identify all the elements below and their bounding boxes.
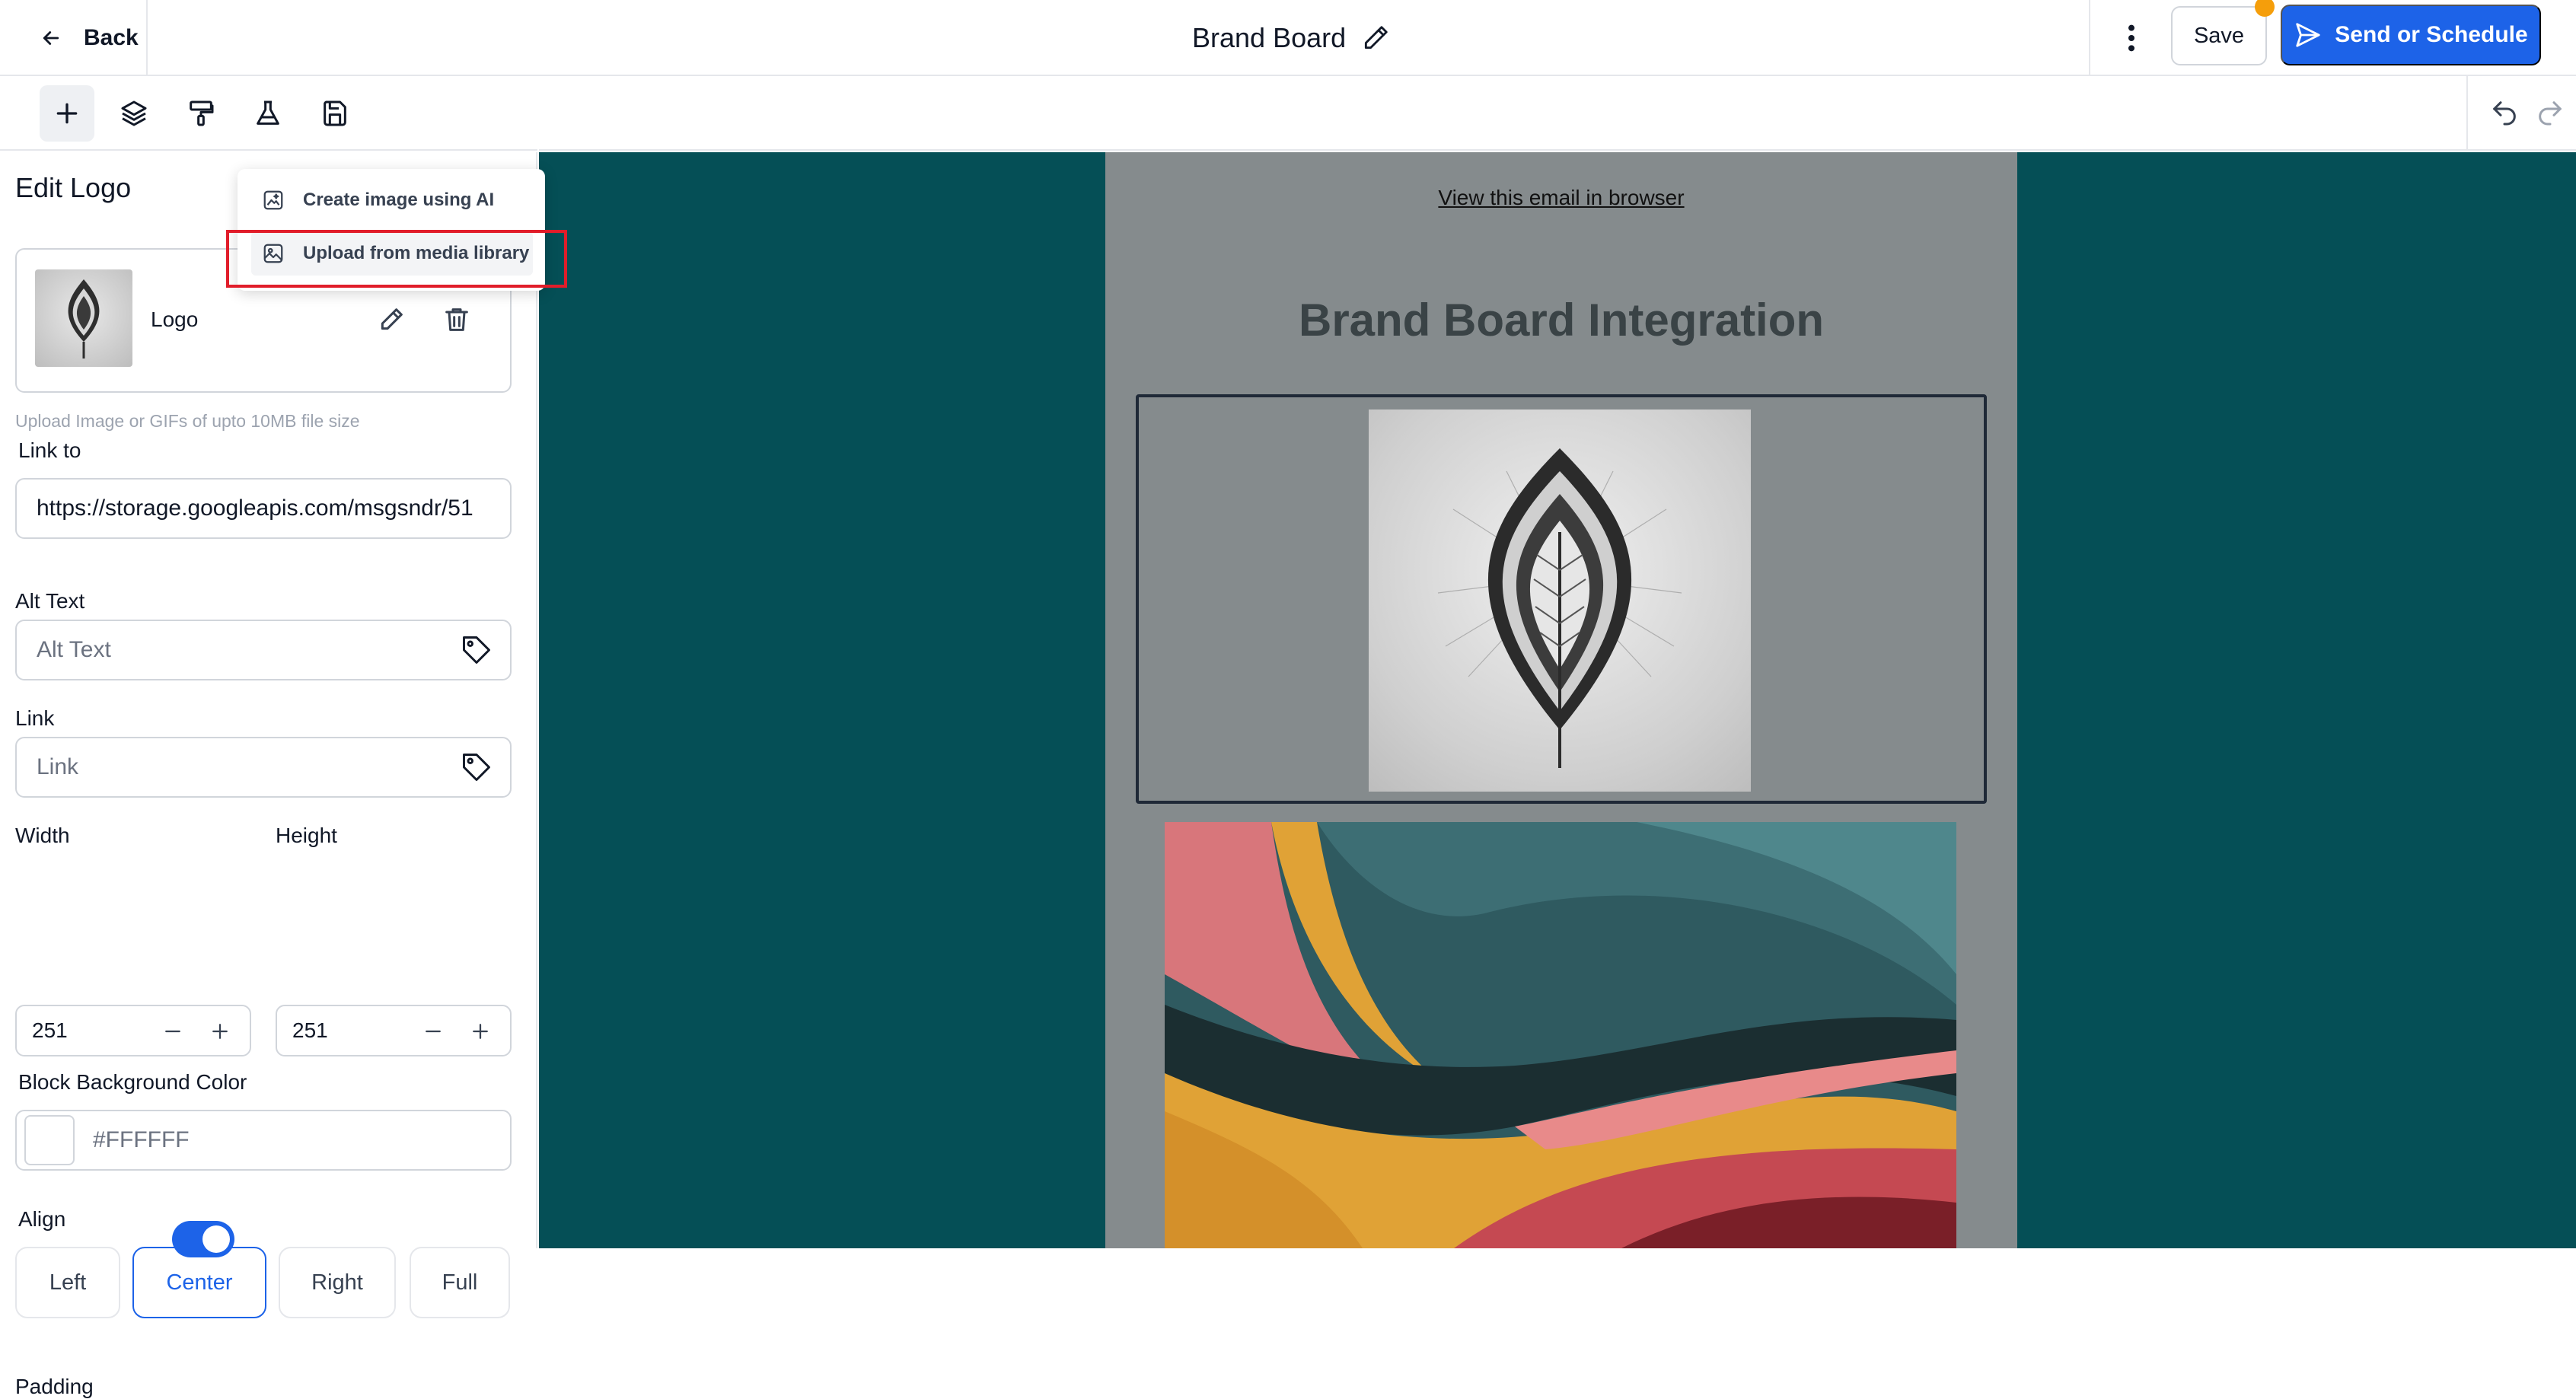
link-to-label: Link to xyxy=(18,438,81,462)
alt-text-placeholder: Alt Text xyxy=(37,637,111,662)
merge-tag-icon[interactable] xyxy=(460,750,493,784)
send-label: Send or Schedule xyxy=(2335,22,2528,47)
layers-button[interactable] xyxy=(107,85,161,142)
alt-text-input[interactable]: Alt Text xyxy=(15,620,512,680)
padding-label: Padding xyxy=(15,1375,94,1398)
notification-dot xyxy=(2255,0,2275,17)
padding-toggle[interactable] xyxy=(172,1221,234,1257)
send-icon xyxy=(2296,23,2320,47)
upload-helper-text: Upload Image or GIFs of upto 10MB file s… xyxy=(15,411,360,431)
kebab-icon xyxy=(2128,24,2134,52)
save-disk-icon xyxy=(324,100,346,126)
back-button[interactable]: Back xyxy=(0,0,148,76)
trash-icon[interactable] xyxy=(442,304,472,335)
leaf-logo-icon xyxy=(68,279,100,359)
link-input[interactable]: Link xyxy=(15,737,512,798)
test-button[interactable] xyxy=(241,85,295,142)
logo-thumbnail xyxy=(35,269,132,367)
plus-icon xyxy=(56,103,78,124)
header-divider xyxy=(2089,0,2090,76)
menu-item-create-image-ai[interactable]: Create image using AI xyxy=(251,178,533,222)
more-options-button[interactable] xyxy=(2116,17,2147,59)
menu-item-label: Create image using AI xyxy=(303,190,495,210)
undo-icon[interactable] xyxy=(2489,97,2520,128)
logo-image xyxy=(1369,410,1751,792)
align-center-button[interactable]: Center xyxy=(132,1247,266,1318)
color-swatch[interactable] xyxy=(24,1115,75,1165)
leaf-logo-icon xyxy=(1437,448,1682,768)
logo-name: Logo xyxy=(151,308,199,331)
height-value: 251 xyxy=(292,1018,328,1042)
bg-color-value: #FFFFFF xyxy=(93,1127,190,1152)
width-stepper[interactable]: 251 xyxy=(15,1005,251,1056)
height-label: Height xyxy=(276,824,337,847)
link-placeholder: Link xyxy=(37,754,79,779)
top-bar: Back Brand Board Save Send or Schedule xyxy=(0,0,2576,76)
align-full-button[interactable]: Full xyxy=(410,1247,510,1318)
redo-icon[interactable] xyxy=(2535,97,2565,128)
save-template-button[interactable] xyxy=(308,85,362,142)
sidebar-title: Edit Logo xyxy=(15,172,132,203)
back-label: Back xyxy=(84,25,139,50)
email-heading[interactable]: Brand Board Integration xyxy=(1105,294,2017,346)
align-left-button[interactable]: Left xyxy=(15,1247,120,1318)
minus-icon[interactable] xyxy=(161,1020,184,1043)
paint-roller-icon xyxy=(190,100,214,126)
width-value: 251 xyxy=(32,1018,68,1042)
email-canvas: View this email in browser Brand Board I… xyxy=(539,152,2576,1248)
pencil-icon[interactable] xyxy=(1361,24,1390,53)
plus-icon[interactable] xyxy=(209,1020,231,1043)
abstract-waves-graphic xyxy=(1165,822,1956,1248)
selected-image-block[interactable] xyxy=(1136,394,1987,804)
page-title-group: Brand Board xyxy=(1192,17,1390,59)
undo-divider xyxy=(2466,76,2468,151)
page-title: Brand Board xyxy=(1192,22,1347,53)
view-in-browser-link[interactable]: View this email in browser xyxy=(1105,186,2017,210)
align-label: Align xyxy=(18,1207,66,1231)
send-or-schedule-button[interactable]: Send or Schedule xyxy=(2281,5,2541,65)
edit-image-icon[interactable] xyxy=(376,304,406,335)
bg-color-label: Block Background Color xyxy=(18,1070,247,1094)
ai-image-icon xyxy=(263,190,283,210)
canvas-toolbar xyxy=(539,76,2576,151)
align-right-button[interactable]: Right xyxy=(279,1247,396,1318)
layers-icon xyxy=(121,100,147,126)
minus-icon[interactable] xyxy=(422,1020,445,1043)
sidebar-toolbar xyxy=(0,76,537,151)
highlight-box xyxy=(226,230,567,288)
abstract-art-image[interactable] xyxy=(1165,822,1956,1248)
link-to-input[interactable]: https://storage.googleapis.com/msgsndr/5… xyxy=(15,478,512,539)
width-label: Width xyxy=(15,824,70,847)
height-stepper[interactable]: 251 xyxy=(276,1005,512,1056)
link-label: Link xyxy=(15,706,55,730)
flask-icon xyxy=(257,100,279,125)
arrow-left-icon xyxy=(43,31,59,45)
add-element-button[interactable] xyxy=(40,85,94,142)
edit-sidebar: Edit Logo Logo Upload Image or GIFs of u… xyxy=(0,152,537,1398)
save-button[interactable]: Save xyxy=(2171,6,2267,65)
plus-icon[interactable] xyxy=(469,1020,492,1043)
alt-text-label: Alt Text xyxy=(15,589,85,613)
email-body: View this email in browser Brand Board I… xyxy=(1105,152,2017,1248)
bg-color-input[interactable]: #FFFFFF xyxy=(15,1110,512,1171)
styles-button[interactable] xyxy=(174,85,228,142)
merge-tag-icon[interactable] xyxy=(460,633,493,667)
